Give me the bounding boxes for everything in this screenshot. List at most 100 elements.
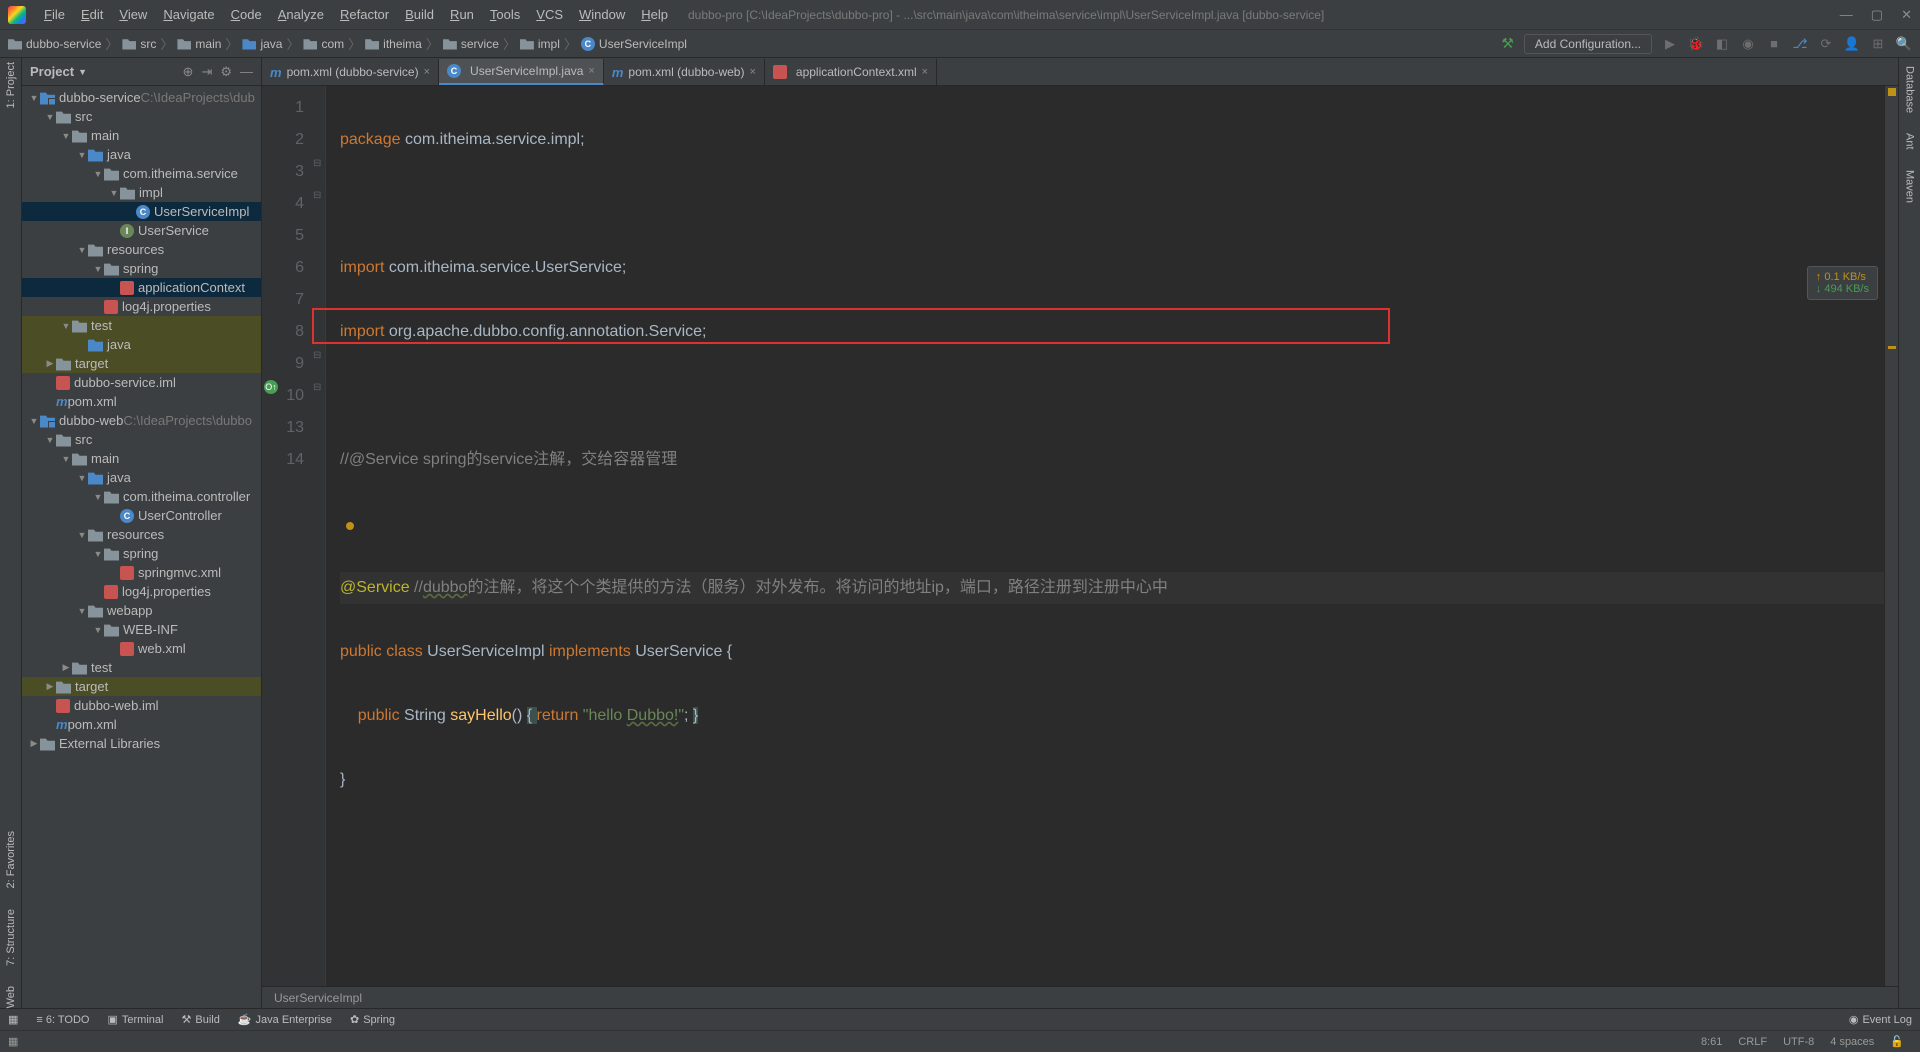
structure-tool-button[interactable]: 7: Structure [5, 909, 17, 966]
tree-twisty-icon[interactable]: ▼ [76, 473, 88, 483]
breadcrumb-item[interactable]: main [177, 37, 221, 51]
spring-tool-button[interactable]: ✿ Spring [350, 1013, 395, 1026]
intention-bulb-icon[interactable] [346, 522, 354, 530]
fold-marker-icon[interactable]: ⊟ [313, 158, 321, 169]
menu-analyze[interactable]: Analyze [270, 7, 332, 22]
tree-twisty-icon[interactable]: ▶ [44, 358, 56, 369]
tree-twisty-icon[interactable]: ▼ [28, 416, 40, 426]
tree-item[interactable]: ▶target [22, 677, 261, 696]
tool-windows-icon[interactable]: ▦ [8, 1035, 18, 1048]
tree-item[interactable]: ▼resources [22, 240, 261, 259]
hide-icon[interactable]: — [240, 64, 253, 80]
close-tab-icon[interactable]: × [424, 66, 430, 78]
build-icon[interactable]: ⚒ [1501, 35, 1514, 52]
tree-item[interactable]: CUserController [22, 506, 261, 525]
tree-item[interactable]: ▼impl [22, 183, 261, 202]
tree-item[interactable]: ▶External Libraries [22, 734, 261, 753]
stop-icon[interactable]: ■ [1766, 36, 1782, 52]
tree-twisty-icon[interactable]: ▼ [44, 435, 56, 445]
menu-vcs[interactable]: VCS [528, 7, 571, 22]
ide-settings-icon[interactable]: ⊞ [1870, 36, 1886, 52]
project-view-selector[interactable]: Project ▼ [30, 64, 87, 79]
tree-item[interactable]: ▼src [22, 107, 261, 126]
tree-item[interactable]: ▼src [22, 430, 261, 449]
menu-code[interactable]: Code [223, 7, 270, 22]
editor-tab[interactable]: mpom.xml (dubbo-web)× [604, 59, 765, 85]
tree-twisty-icon[interactable]: ▼ [92, 264, 104, 274]
tree-twisty-icon[interactable]: ▼ [92, 625, 104, 635]
tool-window-toggle-icon[interactable]: ▦ [8, 1013, 18, 1026]
close-icon[interactable]: ✕ [1901, 7, 1912, 23]
menu-tools[interactable]: Tools [482, 7, 528, 22]
tree-twisty-icon[interactable]: ▼ [76, 245, 88, 255]
tree-twisty-icon[interactable]: ▼ [76, 606, 88, 616]
menu-file[interactable]: File [36, 7, 73, 22]
tree-twisty-icon[interactable]: ▶ [60, 662, 72, 673]
breadcrumb-item[interactable]: dubbo-service [8, 37, 101, 51]
tree-twisty-icon[interactable]: ▼ [92, 169, 104, 179]
tree-item[interactable]: ▼webapp [22, 601, 261, 620]
tree-item[interactable]: log4j.properties [22, 582, 261, 601]
tree-item[interactable]: springmvc.xml [22, 563, 261, 582]
menu-help[interactable]: Help [633, 7, 676, 22]
tree-twisty-icon[interactable]: ▼ [76, 150, 88, 160]
project-tool-button[interactable]: 1: Project [5, 62, 17, 108]
project-tree[interactable]: ▼dubbo-service C:\IdeaProjects\dub▼src▼m… [22, 86, 261, 1008]
menu-build[interactable]: Build [397, 7, 442, 22]
tree-item[interactable]: IUserService [22, 221, 261, 240]
debug-icon[interactable]: 🐞 [1688, 36, 1704, 52]
menu-navigate[interactable]: Navigate [155, 7, 222, 22]
collapse-icon[interactable]: ⇥ [201, 64, 212, 80]
tree-item[interactable]: ▼java [22, 468, 261, 487]
tree-twisty-icon[interactable]: ▼ [60, 454, 72, 464]
indent-settings[interactable]: 4 spaces [1822, 1036, 1882, 1048]
tree-twisty-icon[interactable]: ▼ [76, 530, 88, 540]
run-icon[interactable]: ▶ [1662, 36, 1678, 52]
tree-item[interactable]: mpom.xml [22, 715, 261, 734]
tree-twisty-icon[interactable]: ▼ [60, 321, 72, 331]
tree-twisty-icon[interactable]: ▼ [92, 549, 104, 559]
caret-position[interactable]: 8:61 [1693, 1036, 1730, 1048]
ant-tool-button[interactable]: Ant [1904, 133, 1916, 150]
code-editor[interactable]: package com.itheima.service.impl; import… [326, 86, 1884, 986]
menu-view[interactable]: View [111, 7, 155, 22]
override-gutter-icon[interactable]: O↑ [264, 380, 278, 394]
tree-item[interactable]: ▼com.itheima.service [22, 164, 261, 183]
tree-item[interactable]: dubbo-service.iml [22, 373, 261, 392]
file-encoding[interactable]: UTF-8 [1775, 1036, 1822, 1048]
error-stripe[interactable] [1884, 86, 1898, 986]
search-everywhere-icon[interactable]: 🔍 [1896, 36, 1912, 52]
close-tab-icon[interactable]: × [588, 65, 594, 77]
breadcrumb-item[interactable]: impl [520, 37, 560, 51]
tree-item[interactable]: log4j.properties [22, 297, 261, 316]
line-separator[interactable]: CRLF [1730, 1036, 1775, 1048]
terminal-tool-button[interactable]: ▣ Terminal [108, 1013, 164, 1026]
database-tool-button[interactable]: Database [1904, 66, 1916, 113]
tree-twisty-icon[interactable]: ▼ [60, 131, 72, 141]
menu-edit[interactable]: Edit [73, 7, 111, 22]
fold-marker-icon[interactable]: ⊟ [313, 382, 321, 393]
tree-twisty-icon[interactable]: ▶ [28, 738, 40, 749]
todo-tool-button[interactable]: ≡ 6: TODO [36, 1014, 89, 1026]
web-tool-button[interactable]: Web [5, 986, 17, 1008]
editor-tab[interactable]: mpom.xml (dubbo-service)× [262, 59, 439, 85]
add-configuration-button[interactable]: Add Configuration... [1524, 34, 1652, 54]
fold-marker-icon[interactable]: ⊟ [313, 190, 321, 201]
tree-item[interactable]: ▼WEB-INF [22, 620, 261, 639]
tree-twisty-icon[interactable]: ▼ [92, 492, 104, 502]
readonly-toggle-icon[interactable]: 🔓 [1882, 1035, 1912, 1048]
breadcrumb-item[interactable]: CUserServiceImpl [581, 37, 687, 51]
tree-item[interactable]: ▼test [22, 316, 261, 335]
avatar-icon[interactable]: 👤 [1844, 36, 1860, 52]
tree-item[interactable]: CUserServiceImpl [22, 202, 261, 221]
editor-tab[interactable]: applicationContext.xml× [765, 59, 937, 85]
tree-item[interactable]: applicationContext [22, 278, 261, 297]
breadcrumb-item[interactable]: src [122, 37, 156, 51]
warning-marker-icon[interactable] [1888, 346, 1896, 349]
fold-marker-icon[interactable]: ⊟ [313, 350, 321, 361]
tree-twisty-icon[interactable]: ▶ [44, 681, 56, 692]
maven-tool-button[interactable]: Maven [1904, 170, 1916, 203]
menu-run[interactable]: Run [442, 7, 482, 22]
tree-item[interactable]: ▶test [22, 658, 261, 677]
menu-refactor[interactable]: Refactor [332, 7, 397, 22]
